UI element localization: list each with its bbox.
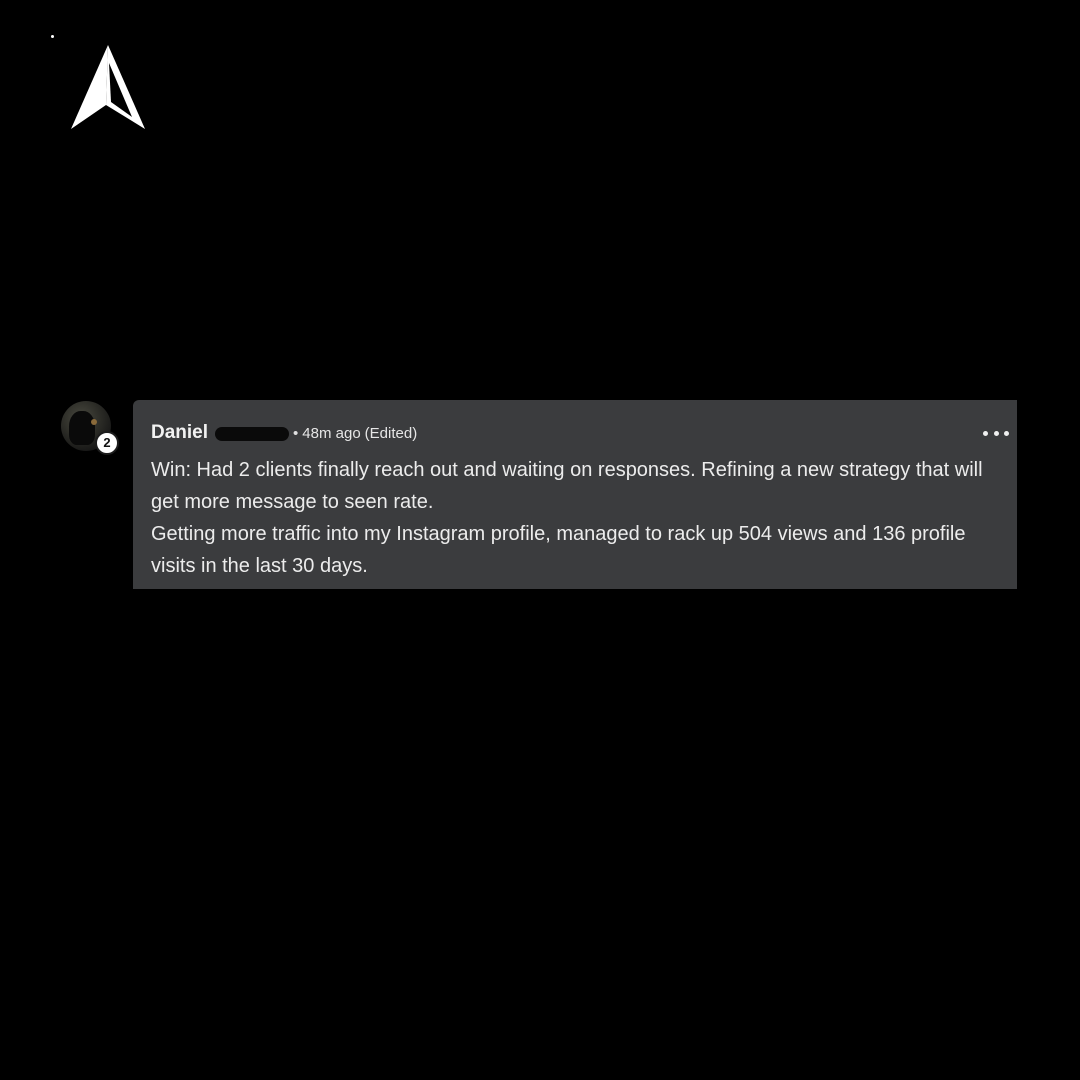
post-body: Win: Had 2 clients finally reach out and…	[151, 454, 999, 582]
arrow-logo-icon	[71, 45, 145, 129]
post-header: Daniel • 48m ago (Edited)	[151, 420, 999, 446]
post-timestamp: 48m ago	[302, 424, 361, 442]
post-card: Daniel • 48m ago (Edited) Win: Had 2 cli…	[133, 400, 1017, 589]
author-name[interactable]: Daniel	[151, 422, 208, 444]
edited-label: (Edited)	[364, 424, 418, 442]
author-avatar[interactable]: 2	[61, 401, 119, 455]
meta-separator: •	[293, 424, 299, 442]
post-paragraph: Win: Had 2 clients finally reach out and…	[151, 459, 983, 513]
redacted-surname	[215, 427, 290, 441]
post-paragraph: Getting more traffic into my Instagram p…	[151, 523, 966, 577]
more-options-icon[interactable]	[983, 424, 1009, 442]
level-badge: 2	[95, 431, 119, 455]
decorative-dot	[51, 35, 54, 38]
